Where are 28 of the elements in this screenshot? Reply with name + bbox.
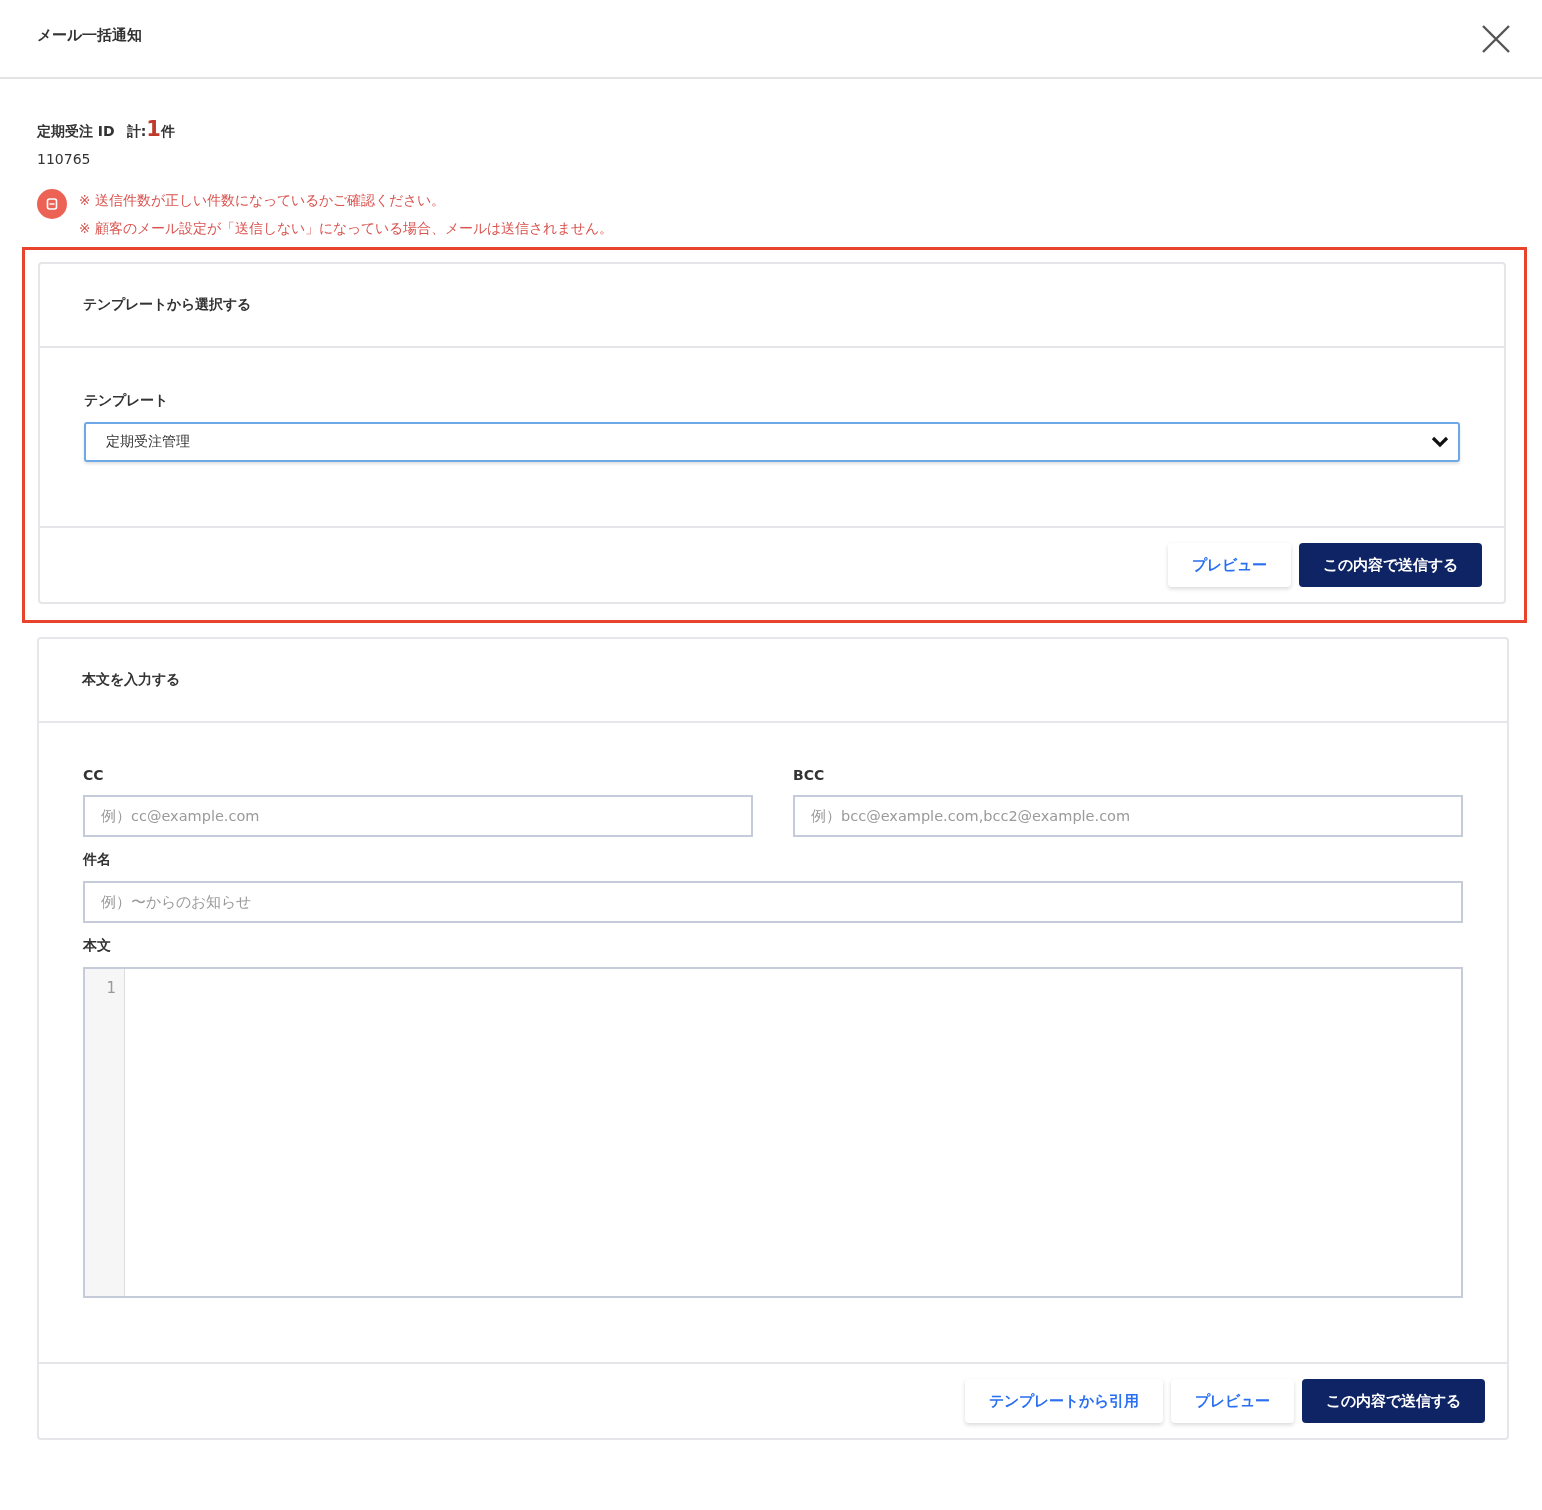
close-icon bbox=[1480, 22, 1512, 55]
secondary-button[interactable]: プレビュー bbox=[1171, 1379, 1294, 1423]
send-button[interactable]: この内容で送信する bbox=[1299, 543, 1482, 587]
cc-input[interactable]: 例）cc@example.com bbox=[83, 795, 753, 837]
card-title: テンプレートから選択する bbox=[83, 296, 251, 314]
field-label: CC bbox=[83, 767, 105, 783]
dialog-title: メール一括通知 bbox=[37, 26, 142, 45]
order-id: 110765 bbox=[37, 151, 92, 167]
notice-text: ※ 顧客のメール設定が「送信しない」になっている場合、メールは送信されません。 bbox=[79, 219, 613, 238]
total-label: 計:1件 bbox=[126, 117, 175, 141]
field-label: BCC bbox=[793, 767, 826, 783]
field-label: テンプレート bbox=[84, 392, 169, 410]
field-label: 本文 bbox=[83, 937, 112, 955]
template-select[interactable]: 定期受注管理 bbox=[84, 422, 1460, 462]
close-button[interactable] bbox=[1480, 22, 1512, 55]
secondary-button[interactable]: プレビュー bbox=[1168, 543, 1291, 587]
summary-label: 定期受注 ID bbox=[37, 123, 115, 141]
field-label: 件名 bbox=[83, 851, 112, 869]
secondary-button[interactable]: テンプレートから引用 bbox=[965, 1379, 1163, 1423]
line-number: 1 bbox=[105, 979, 116, 997]
chevron-down-icon bbox=[1430, 435, 1450, 449]
bcc-input[interactable]: 例）bcc@example.com,bcc2@example.com bbox=[793, 795, 1463, 837]
subject-input[interactable]: 例）〜からのお知らせ bbox=[83, 881, 1463, 923]
notice-text: ※ 送信件数が正しい件数になっているかご確認ください。 bbox=[79, 191, 446, 210]
send-button[interactable]: この内容で送信する bbox=[1302, 1379, 1485, 1423]
alert-icon bbox=[37, 189, 67, 219]
body-editor[interactable]: 1 bbox=[83, 967, 1463, 1298]
card-title: 本文を入力する bbox=[82, 671, 180, 689]
